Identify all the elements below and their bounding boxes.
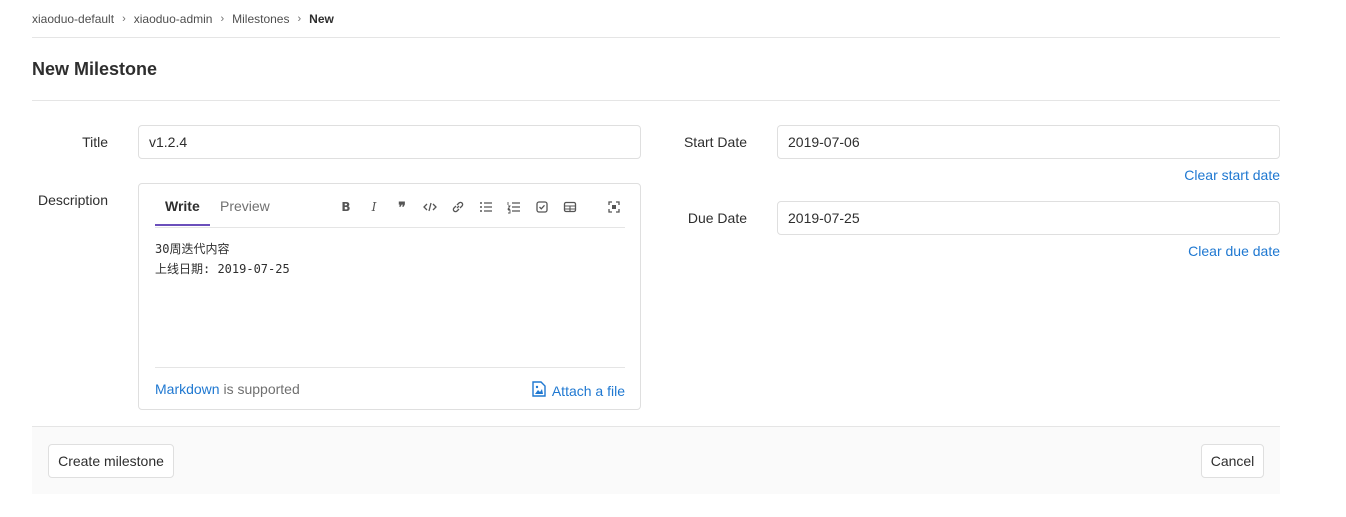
cancel-button[interactable]: Cancel	[1201, 444, 1264, 478]
attach-file-label: Attach a file	[551, 382, 625, 399]
markdown-link[interactable]: Markdown	[155, 381, 220, 397]
start-date-input[interactable]: 2019-07-06	[777, 125, 1280, 159]
editor-line: 30周迭代内容	[155, 242, 230, 256]
clear-start-date-link[interactable]: Clear start date	[1130, 167, 1280, 183]
editor-tabs: Write Preview B I ❞	[155, 184, 625, 228]
title-input[interactable]: v1.2.4	[138, 125, 641, 159]
quote-icon[interactable]: ❞	[395, 200, 409, 214]
description-editor: Write Preview B I ❞ 30周迭代内容上线日期: 2019-07…	[138, 183, 641, 410]
description-textarea[interactable]: 30周迭代内容上线日期: 2019-07-25	[155, 239, 290, 279]
tab-write[interactable]: Write	[165, 198, 200, 214]
chevron-right-icon: ›	[220, 12, 225, 25]
markdown-hint: Markdown is supported	[155, 381, 300, 397]
due-date-label: Due Date	[687, 210, 747, 226]
fullscreen-icon[interactable]	[607, 200, 621, 214]
form-actions: Create milestone Cancel	[32, 426, 1280, 494]
bold-icon[interactable]: B	[339, 200, 353, 214]
title-label: Title	[82, 134, 108, 150]
active-tab-indicator	[155, 224, 210, 226]
task-list-icon[interactable]	[535, 200, 549, 214]
editor-footer: Markdown is supported Attach a file	[155, 367, 625, 410]
due-date-input[interactable]: 2019-07-25	[777, 201, 1280, 235]
italic-icon[interactable]: I	[367, 200, 381, 214]
breadcrumb-item-current: New	[309, 11, 334, 26]
start-date-label: Start Date	[683, 134, 747, 150]
numbered-list-icon[interactable]	[507, 200, 521, 214]
markdown-hint-text: is supported	[223, 381, 300, 397]
description-label: Description	[37, 192, 108, 208]
page-title-row: New Milestone	[32, 38, 1280, 101]
chevron-right-icon: ›	[297, 12, 302, 25]
breadcrumb-item-group[interactable]: xiaoduo-default	[32, 12, 114, 26]
table-icon[interactable]	[563, 200, 577, 214]
page-title: New Milestone	[32, 58, 158, 79]
image-file-icon	[532, 381, 546, 400]
chevron-right-icon: ›	[122, 12, 126, 25]
clear-due-date-link[interactable]: Clear due date	[1130, 243, 1280, 259]
editor-line: 上线日期: 2019-07-25	[155, 262, 290, 276]
tab-preview[interactable]: Preview	[220, 198, 270, 214]
bullet-list-icon[interactable]	[479, 200, 493, 214]
breadcrumb-item-milestones[interactable]: Milestones	[232, 12, 289, 26]
breadcrumb: xiaoduo-default › xiaoduo-admin › Milest…	[32, 0, 1280, 38]
page: xiaoduo-default › xiaoduo-admin › Milest…	[32, 0, 1280, 101]
link-icon[interactable]	[451, 200, 465, 214]
code-icon[interactable]	[423, 200, 437, 214]
breadcrumb-item-project[interactable]: xiaoduo-admin	[134, 12, 213, 26]
create-milestone-button[interactable]: Create milestone	[48, 444, 174, 478]
attach-file-button[interactable]: Attach a file	[532, 381, 625, 400]
